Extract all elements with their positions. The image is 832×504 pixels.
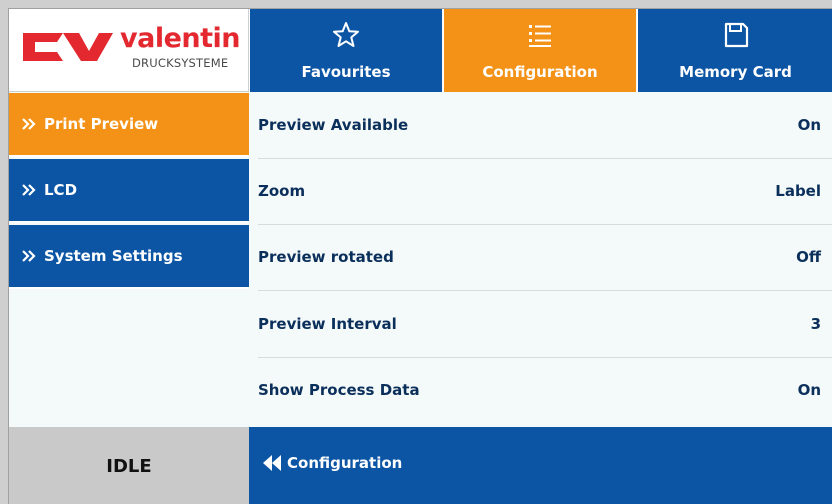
sidebar-item-label: LCD — [44, 181, 78, 199]
back-button-label: Configuration — [287, 454, 403, 472]
double-chevron-right-icon — [22, 184, 36, 196]
setting-label: Show Process Data — [258, 381, 420, 399]
setting-value: Label — [775, 182, 821, 200]
list-icon — [529, 25, 551, 47]
double-chevron-right-icon — [22, 250, 36, 262]
double-chevron-right-icon — [22, 118, 36, 130]
logo-subtitle: DRUCKSYSTEME — [132, 56, 229, 70]
sidebar-item-system-settings[interactable]: System Settings — [9, 225, 249, 289]
tab-memory-card[interactable]: Memory Card — [637, 9, 832, 92]
setting-row-zoom[interactable]: Zoom Label — [249, 159, 832, 225]
setting-label: Preview rotated — [258, 248, 394, 266]
navigation-bar: Configuration — [249, 427, 832, 504]
floppy-disk-icon — [724, 22, 748, 48]
sidebar-item-label: Print Preview — [44, 115, 159, 133]
tab-configuration-label: Configuration — [482, 63, 598, 81]
setting-label: Preview Interval — [258, 315, 397, 333]
logo-wordmark: valentin — [120, 23, 241, 54]
setting-row-preview-available[interactable]: Preview Available On — [249, 93, 832, 159]
valentin-logo: valentin DRUCKSYSTEME — [9, 9, 249, 92]
status-text: IDLE — [106, 455, 152, 477]
sidebar-item-print-preview[interactable]: Print Preview — [9, 93, 249, 157]
back-button[interactable]: Configuration — [261, 454, 402, 472]
row-divider — [258, 290, 832, 291]
printer-screen: valentin DRUCKSYSTEME Favourites Configu… — [8, 8, 832, 504]
setting-value: On — [797, 381, 821, 399]
setting-value: On — [797, 116, 821, 134]
setting-value: Off — [796, 248, 821, 266]
setting-value: 3 — [810, 315, 821, 333]
tab-favourites[interactable]: Favourites — [249, 9, 442, 92]
sidebar-item-lcd[interactable]: LCD — [9, 159, 249, 223]
setting-row-preview-rotated[interactable]: Preview rotated Off — [249, 225, 832, 291]
sidebar-item-label: System Settings — [44, 247, 183, 265]
cv-logo-mark — [23, 33, 113, 61]
double-chevron-left-icon — [263, 455, 281, 471]
setting-row-show-process-data[interactable]: Show Process Data On — [249, 358, 832, 424]
star-icon — [333, 22, 359, 47]
tab-memory-card-label: Memory Card — [679, 63, 792, 81]
setting-label: Zoom — [258, 182, 306, 200]
tab-favourites-label: Favourites — [301, 63, 391, 81]
setting-row-preview-interval[interactable]: Preview Interval 3 — [249, 292, 832, 358]
setting-label: Preview Available — [258, 116, 409, 134]
tab-configuration[interactable]: Configuration — [443, 9, 636, 92]
status-indicator: IDLE — [9, 427, 249, 504]
